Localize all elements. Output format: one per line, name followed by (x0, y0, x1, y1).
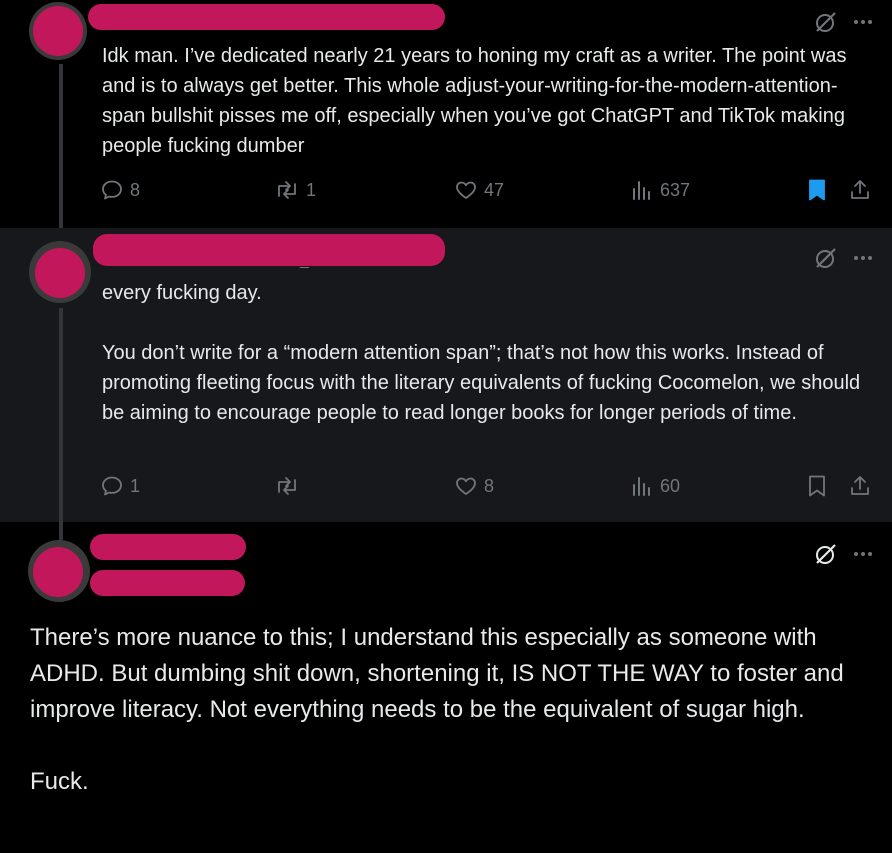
more-icon[interactable] (852, 543, 874, 565)
heart-icon (456, 181, 476, 199)
share-icon (851, 180, 869, 199)
views-icon (633, 477, 650, 496)
redacted-display-name (90, 534, 246, 560)
reply-count: 8 (130, 180, 141, 200)
redacted-handle (90, 570, 245, 596)
redacted-username (93, 234, 445, 266)
views-button[interactable]: 637 (630, 178, 690, 202)
tweet-text: Idk man. I’ve dedicated nearly 21 years … (102, 45, 853, 157)
reply-count: 1 (130, 476, 141, 496)
bookmark-icon (809, 475, 825, 497)
reply-button[interactable]: 8 (100, 178, 140, 202)
redacted-username (88, 4, 445, 30)
tweet-actions: 1 8 60 (100, 474, 880, 504)
grok-icon[interactable] (814, 542, 838, 566)
views-button[interactable]: 60 (630, 474, 680, 498)
avatar[interactable] (33, 547, 83, 597)
repost-icon (278, 181, 296, 199)
tweet-text: There’s more nuance to this; I understan… (30, 624, 844, 795)
avatar[interactable] (35, 248, 85, 298)
more-icon[interactable] (852, 247, 874, 269)
views-count: 637 (660, 180, 691, 200)
repost-count: 1 (306, 180, 317, 200)
repost-icon (278, 477, 296, 495)
avatar[interactable] (33, 6, 83, 56)
tweet-top-icons (814, 542, 874, 566)
tweet-2[interactable]: _arzian · 19h every fucking day. You don… (0, 228, 892, 522)
share-button[interactable] (848, 474, 872, 498)
tweet-3-focused: There’s more nuance to this; I understan… (0, 522, 892, 853)
bookmark-button[interactable] (806, 474, 828, 498)
tweet-1[interactable]: Idk man. I’ve dedicated nearly 21 years … (0, 0, 892, 228)
share-icon (851, 476, 869, 495)
like-count: 47 (484, 180, 505, 200)
reply-button[interactable]: 1 (100, 474, 140, 498)
tweet-top-icons (814, 10, 874, 34)
grok-icon[interactable] (814, 246, 838, 270)
bookmark-icon (809, 179, 825, 201)
tweet-text: every fucking day. You don’t write for a… (102, 282, 861, 424)
reply-icon (102, 180, 122, 200)
heart-icon (456, 477, 476, 495)
repost-button[interactable] (274, 474, 300, 498)
like-button[interactable]: 47 (454, 178, 504, 202)
tweet-top-icons (814, 246, 874, 270)
repost-button[interactable]: 1 (274, 178, 316, 202)
tweet-actions: 8 1 47 637 (100, 178, 880, 208)
reply-icon (102, 476, 122, 496)
share-button[interactable] (848, 178, 872, 202)
bookmark-button[interactable] (806, 178, 828, 202)
views-count: 60 (660, 476, 681, 496)
like-button[interactable]: 8 (454, 474, 494, 498)
more-icon[interactable] (852, 11, 874, 33)
views-icon (633, 181, 650, 200)
like-count: 8 (484, 476, 495, 496)
grok-icon[interactable] (814, 10, 838, 34)
